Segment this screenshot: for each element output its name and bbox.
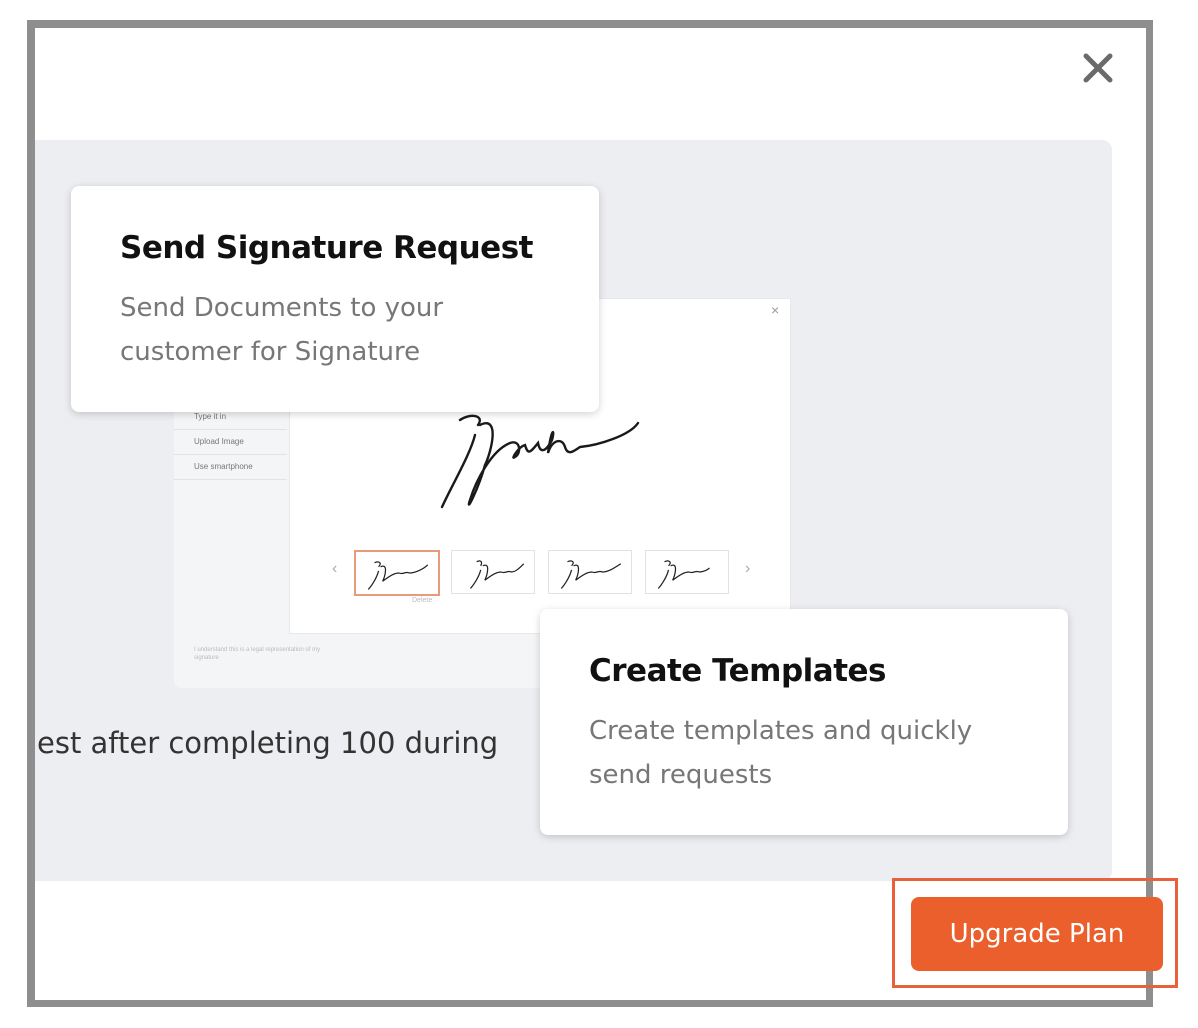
signature-thumbnails: ‹ › [330, 550, 770, 600]
prev-arrow-icon: ‹ [332, 560, 338, 577]
signature-thumbnail [645, 550, 729, 594]
mockup-side-item: Upload Image [174, 430, 287, 455]
signature-thumbnail [354, 550, 440, 596]
signature-image [440, 414, 640, 509]
signature-thumbnail [451, 550, 535, 594]
mockup-delete-label: Delete [412, 597, 433, 604]
close-icon[interactable] [1078, 48, 1118, 88]
mockup-side-item: Use smartphone [174, 455, 287, 480]
card-description: Send Documents to your customer for Sign… [120, 293, 444, 367]
signature-thumbnail [548, 550, 632, 594]
mockup-side-menu: Type it in Upload Image Use smartphone [174, 405, 287, 485]
next-arrow-icon: › [745, 560, 751, 577]
create-templates-card: Create Templates Create templates and qu… [540, 609, 1068, 835]
card-description: Create templates and quickly send reques… [589, 716, 973, 790]
card-title: Send Signature Request [120, 230, 533, 266]
background-feature-text: est after completing 100 during [37, 726, 499, 760]
mockup-close-icon: × [771, 302, 780, 318]
upgrade-plan-button[interactable]: Upgrade Plan [911, 897, 1163, 971]
send-signature-card: Send Signature Request Send Documents to… [71, 186, 599, 412]
card-title: Create Templates [589, 653, 887, 689]
mockup-legal-text: I understand this is a legal representat… [194, 647, 321, 661]
